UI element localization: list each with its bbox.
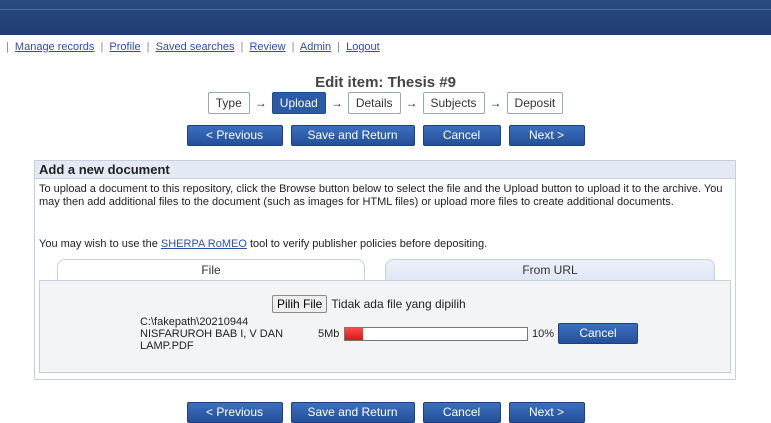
upload-progress-fill (345, 328, 364, 340)
sherpa-note: You may wish to use the SHERPA RoMEO too… (39, 238, 729, 250)
no-file-label: Tidak ada file yang dipilih (331, 297, 466, 311)
tab-file[interactable]: File (57, 259, 365, 281)
workflow-steps: Type → Upload → Details → Subjects → Dep… (0, 92, 771, 114)
previous-button-bottom[interactable]: < Previous (186, 402, 283, 423)
nav-saved-searches[interactable]: Saved searches (156, 41, 235, 53)
nav-profile[interactable]: Profile (109, 41, 140, 53)
add-document-panel: Add a new document To upload a document … (34, 160, 736, 380)
top-button-row: < Previous Save and Return Cancel Next > (0, 125, 771, 146)
upload-instructions: To upload a document to this repository,… (39, 183, 723, 208)
previous-button[interactable]: < Previous (186, 125, 283, 146)
arrow-icon: → (254, 96, 267, 110)
sherpa-note-suffix: tool to verify publisher policies before… (246, 238, 488, 250)
page-title: Edit item: Thesis #9 (315, 74, 456, 91)
next-button[interactable]: Next > (508, 125, 585, 146)
nav-logout[interactable]: Logout (346, 41, 380, 53)
nav-manage-records[interactable]: Manage records (15, 41, 95, 53)
tab-from-url[interactable]: From URL (385, 259, 715, 281)
bottom-button-row: < Previous Save and Return Cancel Next > (0, 402, 771, 423)
file-size: 5Mb (318, 328, 340, 340)
step-type[interactable]: Type (207, 92, 250, 114)
panel-title: Add a new document (35, 161, 735, 179)
save-and-return-button-bottom[interactable]: Save and Return (290, 402, 415, 423)
step-upload[interactable]: Upload (271, 92, 326, 114)
arrow-icon: → (489, 96, 502, 110)
user-toolbar: | Manage records | Profile | Saved searc… (6, 41, 380, 53)
file-chooser: Pilih File Tidak ada file yang dipilih (272, 295, 466, 313)
step-details[interactable]: Details (347, 92, 401, 114)
step-deposit[interactable]: Deposit (506, 92, 564, 114)
header-divider (0, 9, 771, 10)
sherpa-note-prefix: You may wish to use the (39, 238, 161, 250)
next-button-bottom[interactable]: Next > (508, 402, 585, 423)
step-subjects[interactable]: Subjects (422, 92, 485, 114)
choose-file-button[interactable]: Pilih File (272, 295, 328, 313)
save-and-return-button[interactable]: Save and Return (290, 125, 415, 146)
upload-progress-bar (344, 327, 528, 341)
nav-admin[interactable]: Admin (300, 41, 331, 53)
file-upload-area: Pilih File Tidak ada file yang dipilih C… (39, 280, 731, 373)
arrow-icon: → (330, 96, 343, 110)
upload-percent: 10% (532, 328, 555, 340)
nav-review[interactable]: Review (249, 41, 285, 53)
cancel-button[interactable]: Cancel (422, 125, 501, 146)
uploading-filename: C:\fakepath\20210944 NISFARUROH BAB I, V… (140, 316, 284, 352)
cancel-button-bottom[interactable]: Cancel (422, 402, 501, 423)
arrow-icon: → (405, 96, 418, 110)
sherpa-romeo-link[interactable]: SHERPA RoMEO (161, 238, 247, 250)
site-header-bar (0, 0, 771, 35)
cancel-upload-button[interactable]: Cancel (558, 323, 638, 344)
